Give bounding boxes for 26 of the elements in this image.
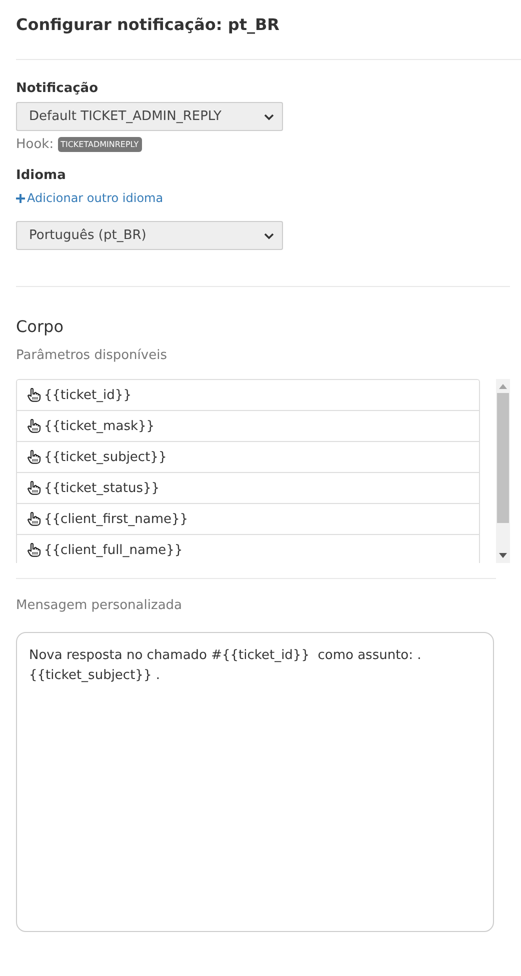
field-label: Parâmetros disponíveis (16, 348, 167, 363)
dropdown[interactable]: Português (pt_BR) (16, 221, 283, 250)
pointing-hand-icon (27, 512, 41, 526)
pointing-hand-icon (27, 481, 41, 495)
page-title: Configurar notificação: pt_BR (16, 15, 280, 34)
hook-tag: TICKETADMINREPLY (58, 137, 142, 152)
message-field[interactable]: Nova resposta no chamado #{{ticket_id}} como assunto: . {{ticket_subject}} . (16, 632, 494, 932)
section-heading: Corpo (16, 317, 64, 336)
add-language-link[interactable]: Adicionar outro idioma (16, 191, 164, 205)
pointing-hand-icon (27, 450, 41, 464)
dropdown[interactable]: Default TICKET_ADMIN_REPLY (16, 102, 283, 131)
pointing-hand-icon (27, 419, 41, 433)
chevron-down-icon (264, 112, 274, 120)
plus-icon (16, 194, 25, 202)
pointing-hand-icon (27, 543, 41, 557)
hook-label: Hook: (16, 137, 54, 152)
chevron-down-icon (264, 232, 274, 240)
scrollbar[interactable] (496, 379, 510, 563)
scroll-thumb[interactable] (497, 393, 509, 523)
field-label: Mensagem personalizada (16, 598, 182, 613)
parameter-item[interactable]: {{ticket_id}} (17, 380, 479, 411)
field-label: Notificação (16, 81, 98, 96)
pointing-hand-icon (27, 388, 41, 402)
scroll-up-icon[interactable] (499, 384, 507, 389)
scroll-down-icon[interactable] (499, 553, 507, 558)
field-label: Idioma (16, 168, 66, 183)
